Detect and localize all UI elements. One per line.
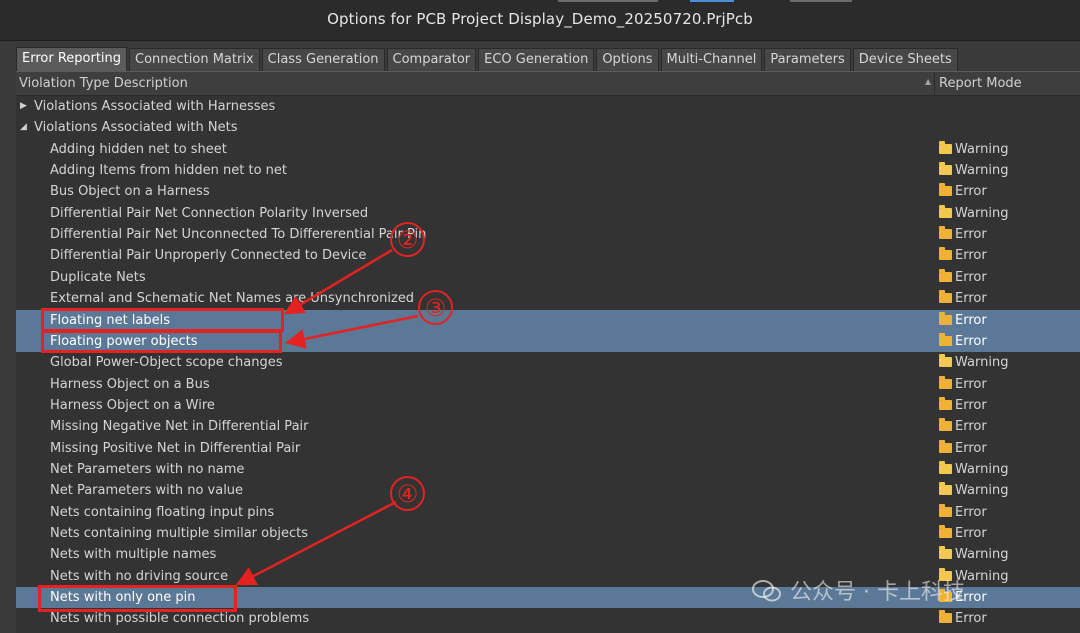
- wechat-icon: [752, 580, 781, 602]
- watermark: 公众号 · 卡上科技: [752, 574, 965, 606]
- highlight-floating-power-objects: [41, 330, 282, 353]
- annotation-marker-2: ②: [390, 222, 425, 257]
- highlight-floating-net-labels: [41, 308, 284, 332]
- highlight-nets-with-only-one-pin: [38, 585, 237, 612]
- annotation-arrow-4: [235, 500, 397, 586]
- annotation-marker-3: ③: [418, 290, 453, 325]
- annotation-arrow-2: [283, 248, 393, 315]
- annotation-marker-4: ④: [390, 476, 425, 511]
- watermark-text: 公众号 · 卡上科技: [790, 580, 965, 605]
- annotation-arrow-3: [285, 314, 419, 349]
